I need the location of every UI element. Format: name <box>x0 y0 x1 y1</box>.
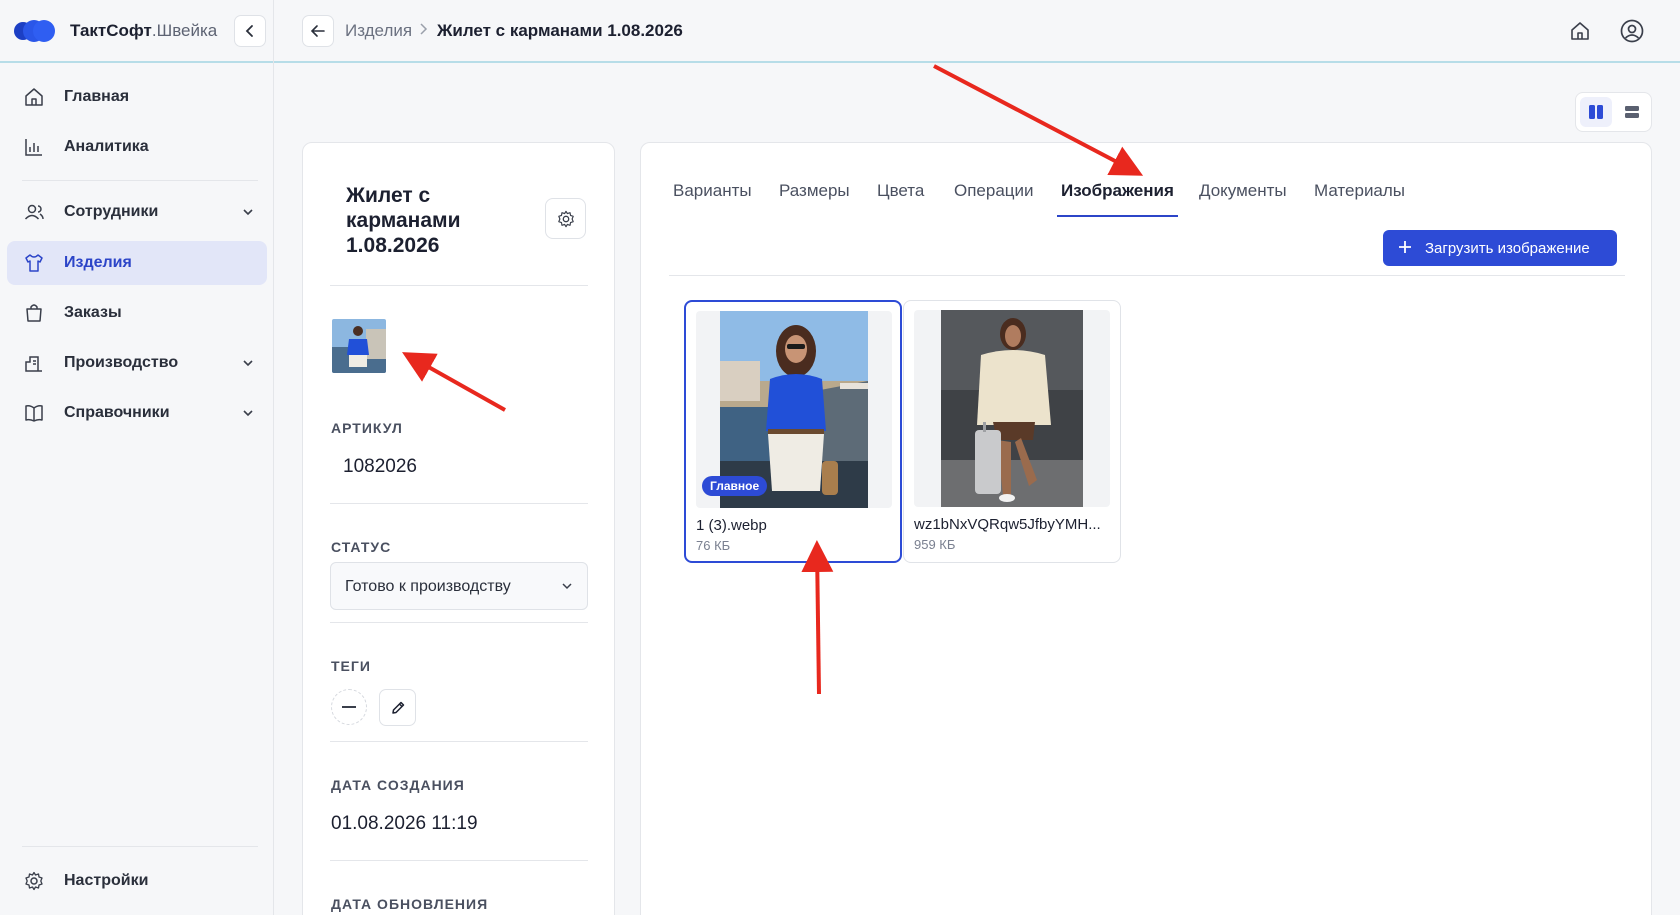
tab-images[interactable]: Изображения <box>1057 181 1178 217</box>
factory-icon <box>25 356 42 372</box>
edit-tags-button[interactable] <box>379 689 416 726</box>
sidebar-item-label: Справочники <box>64 404 170 421</box>
bag-icon <box>26 304 42 322</box>
divider <box>330 741 588 742</box>
users-icon <box>24 204 44 220</box>
sidebar-item-analytics[interactable]: Аналитика <box>7 125 267 169</box>
user-profile-icon[interactable] <box>1619 18 1645 44</box>
image-preview <box>914 310 1110 507</box>
chevron-down-icon <box>243 360 253 367</box>
divider <box>330 860 588 861</box>
tab-materials[interactable]: Материалы <box>1314 181 1405 215</box>
product-photo <box>941 310 1083 507</box>
chart-icon <box>25 139 42 156</box>
dash-icon <box>342 706 356 708</box>
image-filename: wz1bNxVQRqw5JfbyYMH... <box>914 516 1101 533</box>
logo-icon <box>14 20 55 42</box>
divider <box>330 285 588 286</box>
gear-icon <box>25 871 43 891</box>
product-photo-thumbnail <box>332 319 386 373</box>
brand-name: ТактСофт.Швейка <box>70 21 218 40</box>
sidebar-item-products[interactable]: Изделия <box>7 241 267 285</box>
arrow-left-icon <box>310 25 325 37</box>
sidebar: Главная Аналитика Сотрудники Изделия Зак… <box>0 63 274 915</box>
divider <box>330 622 588 623</box>
gear-icon <box>557 210 574 227</box>
plus-icon <box>1399 241 1411 253</box>
top-bar: ТактСофт.Швейка Изделия Жилет с карманам… <box>0 0 1680 63</box>
article-value: 1082026 <box>343 456 417 477</box>
tab-sizes[interactable]: Размеры <box>779 181 850 215</box>
shirt-icon <box>25 254 43 272</box>
tab-colors[interactable]: Цвета <box>877 181 924 215</box>
sidebar-item-label: Изделия <box>64 254 132 271</box>
rows-icon <box>1625 106 1639 118</box>
product-info-card: Жилет с карманами 1.08.2026 АРТИКУЛ 1082… <box>302 142 615 915</box>
image-filesize: 76 КБ <box>696 538 731 553</box>
sidebar-item-label: Главная <box>64 88 130 105</box>
tab-operations[interactable]: Операции <box>954 181 1034 215</box>
columns-icon <box>1589 105 1603 119</box>
image-filesize: 959 КБ <box>914 537 956 552</box>
list-view-button[interactable] <box>1616 97 1648 127</box>
back-button[interactable] <box>302 15 334 47</box>
image-card[interactable]: Главное 1 (3).webp 76 КБ <box>684 300 902 563</box>
upload-image-button[interactable]: Загрузить изображение <box>1383 230 1617 266</box>
image-card[interactable]: wz1bNxVQRqw5JfbyYMH... 959 КБ <box>903 300 1121 563</box>
tabs-divider <box>669 275 1625 276</box>
book-icon <box>25 405 43 422</box>
grid-view-button[interactable] <box>1580 97 1612 127</box>
product-title: Жилет с карманами 1.08.2026 <box>346 184 461 257</box>
tab-documents[interactable]: Документы <box>1199 181 1287 215</box>
breadcrumb-parent[interactable]: Изделия <box>345 21 412 41</box>
home-icon <box>25 88 43 106</box>
upload-image-label: Загрузить изображение <box>1425 240 1590 257</box>
sidebar-item-production[interactable]: Производство <box>7 341 267 385</box>
status-label: СТАТУС <box>331 539 392 555</box>
sidebar-item-settings[interactable]: Настройки <box>7 859 267 903</box>
divider <box>22 180 258 181</box>
sidebar-item-label: Заказы <box>64 304 122 321</box>
collapse-sidebar-button[interactable] <box>234 15 266 47</box>
empty-tags-indicator <box>331 689 367 725</box>
status-value: Готово к производству <box>345 578 511 595</box>
created-label: ДАТА СОЗДАНИЯ <box>331 777 465 793</box>
product-settings-button[interactable] <box>545 198 586 239</box>
product-main-thumbnail[interactable] <box>332 319 386 373</box>
chevron-right-icon <box>420 23 428 35</box>
sidebar-item-employees[interactable]: Сотрудники <box>7 190 267 234</box>
brand: ТактСофт.Швейка <box>0 0 274 63</box>
divider <box>330 503 588 504</box>
chevron-left-icon <box>245 25 253 37</box>
status-select[interactable]: Готово к производству <box>330 562 588 610</box>
sidebar-item-label: Сотрудники <box>64 203 159 220</box>
chevron-down-icon <box>243 410 253 417</box>
image-preview: Главное <box>696 311 892 508</box>
sidebar-item-label: Аналитика <box>64 138 149 155</box>
tags-label: ТЕГИ <box>331 658 371 674</box>
main-image-badge: Главное <box>702 476 768 496</box>
chevron-down-icon <box>562 583 572 590</box>
view-toggle <box>1575 92 1652 132</box>
sidebar-item-label: Настройки <box>64 872 149 889</box>
breadcrumb-current: Жилет с карманами 1.08.2026 <box>437 21 683 40</box>
sidebar-item-label: Производство <box>64 354 179 371</box>
image-filename: 1 (3).webp <box>696 517 767 534</box>
sidebar-item-home[interactable]: Главная <box>7 75 267 119</box>
divider <box>22 846 258 847</box>
chevron-down-icon <box>243 209 253 216</box>
sidebar-item-references[interactable]: Справочники <box>7 391 267 435</box>
article-label: АРТИКУЛ <box>331 420 403 436</box>
tab-variants[interactable]: Варианты <box>673 181 752 215</box>
pencil-icon <box>391 701 404 714</box>
updated-label: ДАТА ОБНОВЛЕНИЯ <box>331 896 489 912</box>
home-icon[interactable] <box>1569 20 1591 42</box>
created-value: 01.08.2026 11:19 <box>331 813 478 834</box>
product-tabs-card: Варианты Размеры Цвета Операции Изображе… <box>640 142 1652 915</box>
sidebar-item-orders[interactable]: Заказы <box>7 291 267 335</box>
